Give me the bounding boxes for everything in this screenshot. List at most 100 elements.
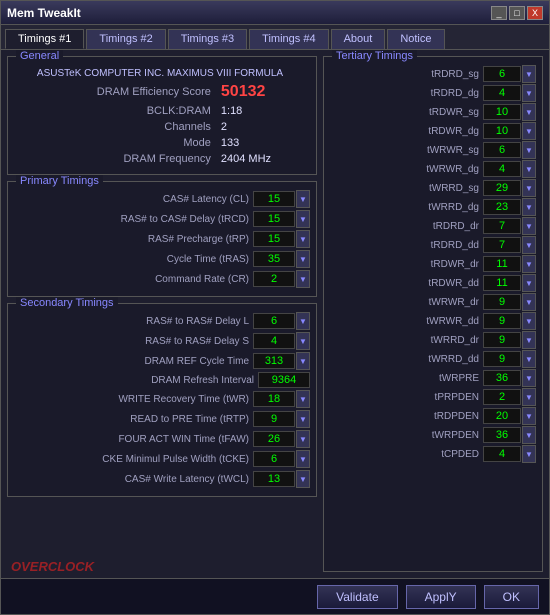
right-dropdown-arrow-icon[interactable]: ▼ [522, 293, 536, 311]
right-dropdown-arrow-icon[interactable]: ▼ [522, 236, 536, 254]
right-dropdown-arrow-icon[interactable]: ▼ [522, 388, 536, 406]
timing-value-input[interactable] [253, 431, 295, 447]
timing-label: RAS# to RAS# Delay S [14, 336, 253, 347]
right-timing-value-input[interactable] [483, 332, 521, 348]
right-timing-value-input[interactable] [483, 180, 521, 196]
dropdown-arrow-icon[interactable]: ▼ [296, 470, 310, 488]
close-button[interactable]: X [527, 6, 543, 20]
dropdown-arrow-icon[interactable]: ▼ [296, 312, 310, 330]
timing-value-input[interactable] [253, 451, 295, 467]
tab-timings3[interactable]: Timings #3 [168, 29, 247, 49]
right-dropdown-arrow-icon[interactable]: ▼ [522, 179, 536, 197]
minimize-button[interactable]: _ [491, 6, 507, 20]
timing-value-input[interactable] [253, 251, 295, 267]
right-timing-value-input[interactable] [483, 218, 521, 234]
right-dropdown-arrow-icon[interactable]: ▼ [522, 445, 536, 463]
timing-value-input[interactable] [253, 333, 295, 349]
right-timing-value-input[interactable] [483, 408, 521, 424]
right-timing-value-input[interactable] [483, 199, 521, 215]
mobo-row: ASUSTeK COMPUTER INC. MAXIMUS VIII FORMU… [16, 67, 308, 80]
timing-select: ▼ [253, 390, 310, 408]
dropdown-arrow-icon[interactable]: ▼ [296, 390, 310, 408]
tab-about[interactable]: About [331, 29, 386, 49]
validate-button[interactable]: Validate [317, 585, 397, 609]
tab-timings1[interactable]: Timings #1 [5, 29, 84, 49]
right-timing-row: tWRWR_sg▼ [330, 141, 536, 159]
right-dropdown-arrow-icon[interactable]: ▼ [522, 407, 536, 425]
timing-value-input[interactable] [253, 231, 295, 247]
right-timing-value-input[interactable] [483, 85, 521, 101]
timing-value-input[interactable] [253, 191, 295, 207]
dropdown-arrow-icon[interactable]: ▼ [296, 230, 310, 248]
dropdown-arrow-icon[interactable]: ▼ [296, 332, 310, 350]
tab-timings2[interactable]: Timings #2 [86, 29, 165, 49]
timing-value-input[interactable] [253, 271, 295, 287]
tab-bar: Timings #1 Timings #2 Timings #3 Timings… [1, 25, 549, 50]
right-timing-value-input[interactable] [483, 237, 521, 253]
dropdown-arrow-icon[interactable]: ▼ [296, 450, 310, 468]
right-dropdown-arrow-icon[interactable]: ▼ [522, 122, 536, 140]
right-timing-value-input[interactable] [483, 351, 521, 367]
right-dropdown-arrow-icon[interactable]: ▼ [522, 141, 536, 159]
dropdown-arrow-icon[interactable]: ▼ [296, 210, 310, 228]
right-timing-row: tRDWR_dg▼ [330, 122, 536, 140]
secondary-rows: RAS# to RAS# Delay L▼RAS# to RAS# Delay … [14, 312, 310, 488]
right-dropdown-arrow-icon[interactable]: ▼ [522, 312, 536, 330]
timing-value-input[interactable] [253, 391, 295, 407]
dropdown-arrow-icon[interactable]: ▼ [296, 352, 310, 370]
right-timing-row: tRDRD_dd▼ [330, 236, 536, 254]
timing-value-input[interactable] [253, 353, 295, 369]
right-timing-row: tWRRD_dd ▼ [330, 350, 536, 368]
maximize-button[interactable]: □ [509, 6, 525, 20]
dropdown-arrow-icon[interactable]: ▼ [296, 410, 310, 428]
right-dropdown-arrow-icon[interactable]: ▼ [522, 103, 536, 121]
right-dropdown-arrow-icon[interactable]: ▼ [522, 84, 536, 102]
right-dropdown-arrow-icon[interactable]: ▼ [522, 331, 536, 349]
timing-row: CKE Minimul Pulse Width (tCKE)▼ [14, 450, 310, 468]
right-timing-value-input[interactable] [483, 142, 521, 158]
timing-label: FOUR ACT WIN Time (tFAW) [14, 434, 253, 445]
dropdown-arrow-icon[interactable]: ▼ [296, 430, 310, 448]
ok-button[interactable]: OK [484, 585, 539, 609]
right-dropdown-arrow-icon[interactable]: ▼ [522, 255, 536, 273]
score-value: 50132 [221, 83, 266, 100]
right-timing-value-input[interactable] [483, 294, 521, 310]
dropdown-arrow-icon[interactable]: ▼ [296, 270, 310, 288]
mode-label: Mode [16, 136, 217, 150]
timing-value-input[interactable] [253, 211, 295, 227]
right-timing-value-input[interactable] [483, 370, 521, 386]
right-timing-value-input[interactable] [483, 104, 521, 120]
main-content: General ASUSTeK COMPUTER INC. MAXIMUS VI… [1, 50, 549, 578]
tab-notice[interactable]: Notice [387, 29, 444, 49]
timing-value-input[interactable] [253, 471, 295, 487]
right-timing-value-input[interactable] [483, 123, 521, 139]
right-timing-value-input[interactable] [483, 275, 521, 291]
right-dropdown-arrow-icon[interactable]: ▼ [522, 274, 536, 292]
timing-value-input[interactable] [253, 411, 295, 427]
right-dropdown-arrow-icon[interactable]: ▼ [522, 65, 536, 83]
right-timing-row: tWRRD_dg▼ [330, 198, 536, 216]
tab-timings4[interactable]: Timings #4 [249, 29, 328, 49]
right-timing-value-input[interactable] [483, 427, 521, 443]
right-dropdown-arrow-icon[interactable]: ▼ [522, 426, 536, 444]
right-timing-value-input[interactable] [483, 256, 521, 272]
right-timing-label: tRDWR_dd [330, 278, 483, 289]
bclk-row: BCLK:DRAM 1:18 [16, 104, 308, 118]
right-timing-value-input[interactable] [483, 446, 521, 462]
dropdown-arrow-icon[interactable]: ▼ [296, 250, 310, 268]
right-dropdown-arrow-icon[interactable]: ▼ [522, 217, 536, 235]
right-timing-label: tWRRD_dd [330, 354, 483, 365]
right-timing-value-input[interactable] [483, 389, 521, 405]
apply-button[interactable]: ApplY [406, 585, 476, 609]
right-timing-value-input[interactable] [483, 313, 521, 329]
right-timing-value-input[interactable] [483, 66, 521, 82]
timing-value-input[interactable] [258, 372, 310, 388]
right-dropdown-arrow-icon[interactable]: ▼ [522, 369, 536, 387]
dropdown-arrow-icon[interactable]: ▼ [296, 190, 310, 208]
timing-value-input[interactable] [253, 313, 295, 329]
right-dropdown-arrow-icon[interactable]: ▼ [522, 160, 536, 178]
right-dropdown-arrow-icon[interactable]: ▼ [522, 198, 536, 216]
right-dropdown-arrow-icon[interactable]: ▼ [522, 350, 536, 368]
right-timing-label: tRDRD_dr [330, 221, 483, 232]
right-timing-value-input[interactable] [483, 161, 521, 177]
